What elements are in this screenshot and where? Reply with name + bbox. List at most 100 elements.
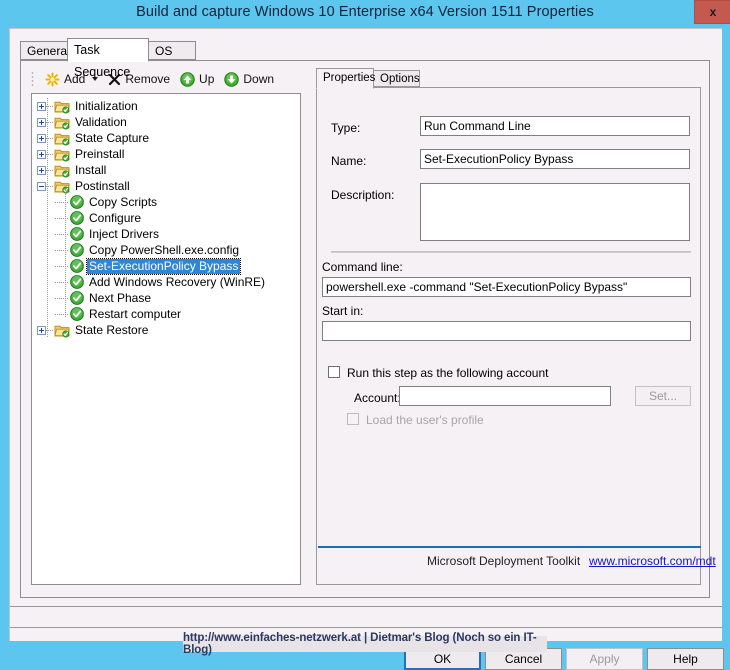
tree-item[interactable]: Add Windows Recovery (WinRE)	[32, 274, 300, 290]
green-check-step-icon	[70, 259, 84, 273]
tree-item[interactable]: Install	[32, 162, 300, 178]
run-as-checkbox[interactable]	[328, 366, 340, 378]
move-up-button[interactable]: Up	[175, 69, 219, 89]
tree-item-label: Inject Drivers	[89, 226, 160, 241]
tree-item-label: Set-ExecutionPolicy Bypass	[85, 257, 242, 275]
type-label: Type:	[331, 121, 361, 135]
tree-item-label: Add Windows Recovery (WinRE)	[89, 274, 266, 289]
tree-item-label: Restart computer	[89, 306, 182, 321]
properties-window: Build and capture Windows 10 Enterprise …	[0, 0, 730, 670]
move-down-button[interactable]: Down	[219, 69, 279, 89]
tree-connector	[55, 281, 69, 283]
task-sequence-tree[interactable]: Initialization Validation State Capture Pre…	[31, 93, 301, 585]
window-title: Build and capture Windows 10 Enterprise …	[136, 4, 594, 20]
folder-group-icon	[54, 323, 70, 338]
load-profile-checkbox	[347, 413, 359, 425]
green-check-step-icon	[70, 275, 84, 289]
tree-expander-plus-icon[interactable]	[37, 165, 46, 175]
properties-tab-panel: Type: Run Command Line Name: Set-Executi…	[316, 87, 716, 585]
tree-item[interactable]: State Capture	[32, 130, 300, 146]
remove-label: Remove	[125, 72, 171, 86]
tree-connector	[55, 217, 69, 219]
tree-item-label: Install	[75, 162, 107, 177]
tree-item-label: Copy PowerShell.exe.config	[89, 242, 240, 257]
account-label: Account:	[354, 391, 401, 405]
tree-item[interactable]: Inject Drivers	[32, 226, 300, 242]
tree-connector	[55, 265, 69, 267]
folder-group-icon	[54, 99, 70, 114]
tree-item[interactable]: Validation	[32, 114, 300, 130]
arrow-down-icon	[224, 71, 240, 87]
tree-expander-plus-icon[interactable]	[37, 149, 46, 159]
green-check-step-icon	[70, 211, 84, 225]
brand-link[interactable]: www.microsoft.com/mdt	[589, 554, 716, 568]
tree-item-label: Copy Scripts	[89, 194, 158, 209]
tab-task-sequence[interactable]: Task Sequence	[67, 38, 149, 79]
tree-item[interactable]: Next Phase	[32, 290, 300, 306]
arrow-up-icon	[180, 71, 195, 87]
green-check-step-icon	[70, 307, 84, 321]
tree-expander-plus-icon[interactable]	[37, 117, 46, 127]
green-check-step-icon	[70, 195, 84, 209]
tree-connector	[55, 297, 69, 299]
green-check-step-icon	[70, 243, 84, 257]
folder-group-icon	[54, 163, 70, 178]
tree-guide-line	[47, 98, 48, 338]
title-bar: Build and capture Windows 10 Enterprise …	[0, 0, 730, 28]
tab-os-info[interactable]: OS Info	[148, 41, 196, 77]
tab-general[interactable]: General	[20, 41, 70, 60]
help-button[interactable]: Help	[647, 648, 724, 670]
tree-connector	[55, 201, 69, 203]
tree-expander-plus-icon[interactable]	[37, 133, 46, 143]
set-account-button: Set...	[635, 386, 691, 406]
tree-item-label: Initialization	[75, 98, 138, 113]
tree-connector	[55, 313, 69, 315]
start-in-input[interactable]	[322, 321, 691, 341]
bottom-divider-bottom	[10, 627, 722, 628]
move-down-label: Down	[243, 72, 275, 86]
description-label: Description:	[331, 188, 395, 202]
name-label: Name:	[331, 154, 367, 168]
tree-item[interactable]: Copy PowerShell.exe.config	[32, 242, 300, 258]
folder-group-icon	[54, 131, 70, 146]
bottom-divider-top	[10, 606, 722, 607]
tree-item[interactable]: Set-ExecutionPolicy Bypass	[32, 257, 300, 275]
tree-guide-line-children	[65, 190, 66, 318]
brand-text: Microsoft Deployment Toolkit	[427, 554, 581, 568]
tree-item[interactable]: Restart computer	[32, 306, 300, 322]
tree-item-label: State Capture	[75, 130, 150, 145]
tree-item[interactable]: Preinstall	[32, 146, 300, 162]
tree-connector	[55, 249, 69, 251]
toolbar-grip	[31, 71, 34, 87]
description-input[interactable]	[420, 183, 690, 241]
tree-item[interactable]: Postinstall	[32, 178, 300, 194]
tree-expander-minus-icon[interactable]	[37, 181, 46, 191]
run-as-label: Run this step as the following account	[347, 366, 549, 380]
step-details-pane: Properties Options Type: Run Command Lin…	[316, 68, 716, 585]
tree-item[interactable]: Initialization	[32, 98, 300, 114]
tree-expander-plus-icon[interactable]	[37, 101, 46, 111]
tree-connector	[55, 233, 69, 235]
tree-item[interactable]: Copy Scripts	[32, 194, 300, 210]
account-input[interactable]	[399, 386, 611, 406]
tab-options[interactable]: Options	[373, 70, 420, 87]
start-in-label: Start in:	[322, 304, 364, 318]
command-line-input[interactable]: powershell.exe -command "Set-ExecutionPo…	[322, 277, 691, 297]
tree-item-label: Validation	[75, 114, 127, 129]
folder-group-icon	[54, 115, 70, 130]
close-icon[interactable]: x	[694, 0, 730, 24]
task-sequence-panel: Add Remove	[20, 60, 716, 598]
folder-group-icon	[54, 179, 70, 194]
type-field: Run Command Line	[420, 116, 690, 136]
brand-accent-line	[318, 546, 701, 548]
name-input[interactable]: Set-ExecutionPolicy Bypass	[420, 149, 690, 169]
tab-properties[interactable]: Properties	[316, 68, 375, 89]
apply-button: Apply	[566, 648, 643, 670]
tree-item[interactable]: State Restore	[32, 322, 300, 338]
tree-item[interactable]: Configure	[32, 210, 300, 226]
tree-toolbar: Add Remove	[31, 68, 279, 90]
dialog-body: General Task Sequence OS Info	[9, 28, 724, 670]
tree-item-label: Postinstall	[75, 178, 130, 193]
load-profile-label: Load the user's profile	[366, 413, 484, 427]
tree-expander-plus-icon[interactable]	[37, 325, 46, 335]
